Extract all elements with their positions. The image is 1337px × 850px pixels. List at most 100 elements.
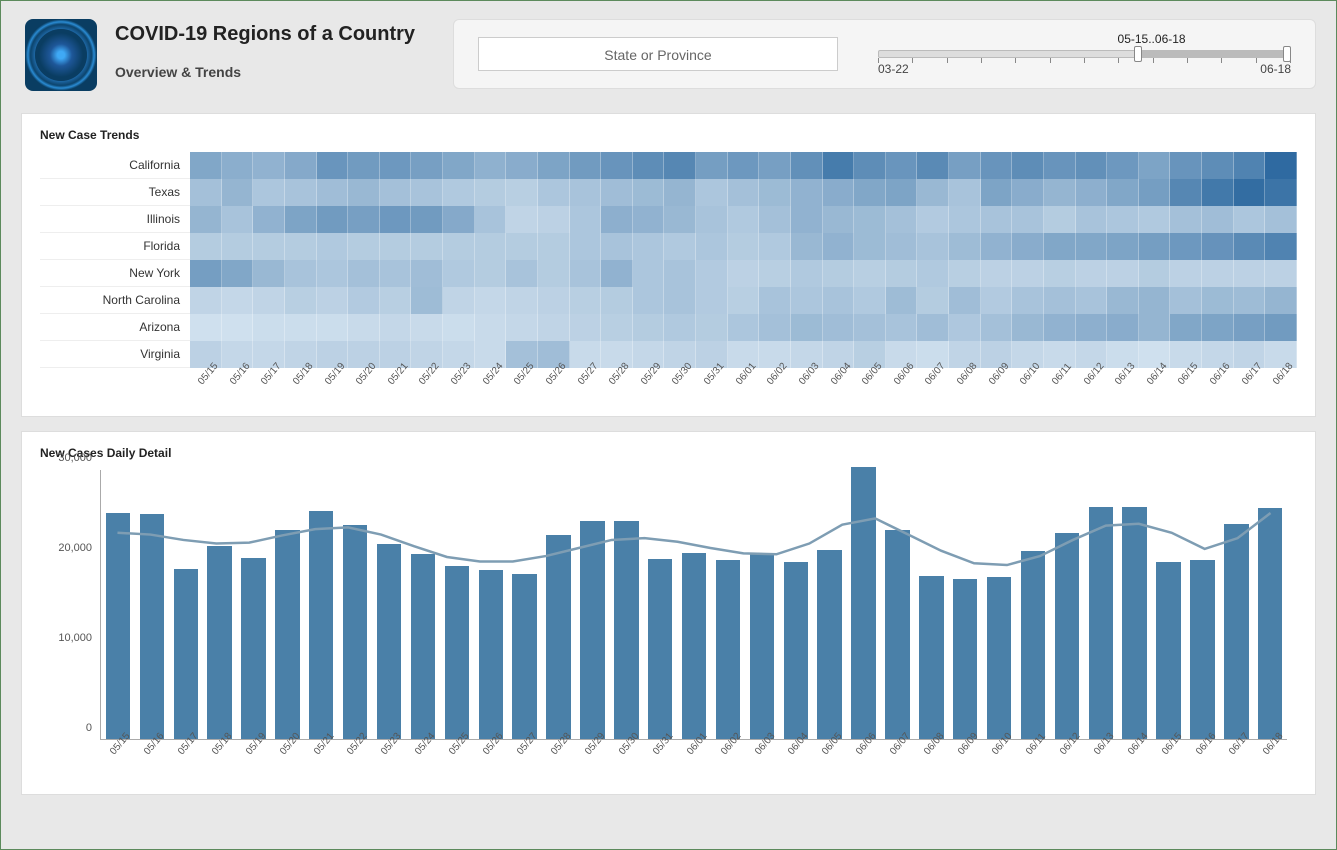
heatmap-cell[interactable] bbox=[981, 314, 1013, 341]
heatmap-cell[interactable] bbox=[506, 152, 538, 179]
heatmap-cell[interactable] bbox=[570, 179, 602, 206]
heatmap-cell[interactable] bbox=[317, 260, 349, 287]
heatmap-cell[interactable] bbox=[1107, 260, 1139, 287]
heatmap-cell[interactable] bbox=[949, 233, 981, 260]
bar[interactable] bbox=[1122, 507, 1146, 739]
heatmap-cell[interactable] bbox=[190, 233, 222, 260]
bar[interactable] bbox=[106, 513, 130, 739]
heatmap-cell[interactable] bbox=[285, 260, 317, 287]
heatmap-cell[interactable] bbox=[854, 287, 886, 314]
heatmap-cell[interactable] bbox=[538, 287, 570, 314]
bar[interactable] bbox=[241, 558, 265, 739]
heatmap-cell[interactable] bbox=[759, 206, 791, 233]
heatmap-cell[interactable] bbox=[791, 287, 823, 314]
heatmap-cell[interactable] bbox=[1170, 233, 1202, 260]
heatmap-cell[interactable] bbox=[285, 287, 317, 314]
heatmap-cell[interactable] bbox=[854, 233, 886, 260]
heatmap-cell[interactable] bbox=[443, 314, 475, 341]
bar[interactable] bbox=[445, 566, 469, 739]
heatmap-cell[interactable] bbox=[317, 179, 349, 206]
heatmap-cell[interactable] bbox=[823, 179, 855, 206]
bar[interactable] bbox=[411, 554, 435, 739]
heatmap-cell[interactable] bbox=[917, 287, 949, 314]
heatmap-cell[interactable] bbox=[190, 206, 222, 233]
heatmap-cell[interactable] bbox=[633, 152, 665, 179]
heatmap-cell[interactable] bbox=[570, 233, 602, 260]
heatmap-cell[interactable] bbox=[285, 152, 317, 179]
heatmap-cell[interactable] bbox=[411, 179, 443, 206]
heatmap-cell[interactable] bbox=[538, 260, 570, 287]
heatmap-cell[interactable] bbox=[728, 314, 760, 341]
bar[interactable] bbox=[275, 530, 299, 739]
heatmap-cell[interactable] bbox=[759, 152, 791, 179]
heatmap-cell[interactable] bbox=[664, 152, 696, 179]
heatmap-cell[interactable] bbox=[917, 260, 949, 287]
bar[interactable] bbox=[750, 553, 774, 740]
heatmap-cell[interactable] bbox=[696, 179, 728, 206]
heatmap-cell[interactable] bbox=[949, 287, 981, 314]
heatmap-cell[interactable] bbox=[1012, 314, 1044, 341]
heatmap-cell[interactable] bbox=[823, 152, 855, 179]
bar[interactable] bbox=[309, 511, 333, 739]
heatmap-cell[interactable] bbox=[1234, 314, 1266, 341]
heatmap-cell[interactable] bbox=[601, 179, 633, 206]
bar[interactable] bbox=[207, 546, 231, 739]
heatmap-cell[interactable] bbox=[1170, 179, 1202, 206]
bar[interactable] bbox=[580, 521, 604, 739]
bar[interactable] bbox=[885, 530, 909, 739]
bar[interactable] bbox=[546, 535, 570, 739]
bar[interactable] bbox=[851, 467, 875, 739]
bar[interactable] bbox=[919, 576, 943, 739]
heatmap-cell[interactable] bbox=[411, 233, 443, 260]
heatmap-cell[interactable] bbox=[506, 206, 538, 233]
heatmap-cell[interactable] bbox=[1012, 287, 1044, 314]
heatmap-cell[interactable] bbox=[759, 260, 791, 287]
heatmap-cell[interactable] bbox=[1076, 233, 1108, 260]
heatmap-cell[interactable] bbox=[696, 233, 728, 260]
heatmap-cell[interactable] bbox=[443, 233, 475, 260]
heatmap-cell[interactable] bbox=[253, 179, 285, 206]
heatmap-cell[interactable] bbox=[1265, 152, 1297, 179]
heatmap-cell[interactable] bbox=[1012, 233, 1044, 260]
heatmap-cell[interactable] bbox=[506, 260, 538, 287]
heatmap-cell[interactable] bbox=[1107, 233, 1139, 260]
heatmap-cell[interactable] bbox=[1107, 179, 1139, 206]
heatmap-cell[interactable] bbox=[1139, 314, 1171, 341]
heatmap-cell[interactable] bbox=[791, 152, 823, 179]
heatmap-cell[interactable] bbox=[791, 233, 823, 260]
heatmap-cell[interactable] bbox=[285, 233, 317, 260]
bar[interactable] bbox=[784, 562, 808, 739]
heatmap-cell[interactable] bbox=[759, 179, 791, 206]
heatmap-cell[interactable] bbox=[1044, 287, 1076, 314]
heatmap-cell[interactable] bbox=[886, 287, 918, 314]
heatmap-cell[interactable] bbox=[380, 233, 412, 260]
bar[interactable] bbox=[817, 550, 841, 739]
heatmap-cell[interactable] bbox=[253, 152, 285, 179]
bar[interactable] bbox=[1055, 533, 1079, 739]
heatmap-cell[interactable] bbox=[1044, 314, 1076, 341]
heatmap-cell[interactable] bbox=[696, 314, 728, 341]
heatmap-cell[interactable] bbox=[475, 179, 507, 206]
bar[interactable] bbox=[1021, 551, 1045, 739]
heatmap-cell[interactable] bbox=[854, 179, 886, 206]
heatmap-cell[interactable] bbox=[728, 233, 760, 260]
heatmap-cell[interactable] bbox=[1234, 260, 1266, 287]
heatmap-cell[interactable] bbox=[601, 233, 633, 260]
bar[interactable] bbox=[1089, 507, 1113, 739]
heatmap-cell[interactable] bbox=[380, 152, 412, 179]
heatmap-cell[interactable] bbox=[1044, 179, 1076, 206]
bar-chart[interactable]: 010,00020,00030,000 05/1505/1605/1705/18… bbox=[40, 470, 1297, 780]
heatmap-cell[interactable] bbox=[791, 206, 823, 233]
heatmap-cell[interactable] bbox=[664, 314, 696, 341]
heatmap-cell[interactable] bbox=[570, 287, 602, 314]
bar[interactable] bbox=[140, 514, 164, 739]
heatmap-cell[interactable] bbox=[317, 152, 349, 179]
heatmap-cell[interactable] bbox=[506, 233, 538, 260]
heatmap-cell[interactable] bbox=[1202, 314, 1234, 341]
heatmap-cell[interactable] bbox=[1234, 287, 1266, 314]
heatmap-cell[interactable] bbox=[475, 233, 507, 260]
heatmap-cell[interactable] bbox=[601, 314, 633, 341]
heatmap-cell[interactable] bbox=[348, 206, 380, 233]
heatmap-cell[interactable] bbox=[1012, 152, 1044, 179]
heatmap-cell[interactable] bbox=[570, 314, 602, 341]
